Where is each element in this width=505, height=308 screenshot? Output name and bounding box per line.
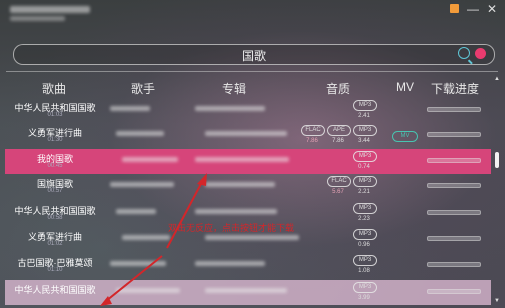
arrow-up-head	[197, 173, 207, 186]
annotation-text: 双击无反应，点击按钮才能下载	[168, 223, 295, 233]
annotation-arrows	[100, 173, 207, 306]
arrow-down-line	[105, 255, 163, 302]
arrow-up-line	[166, 179, 204, 249]
